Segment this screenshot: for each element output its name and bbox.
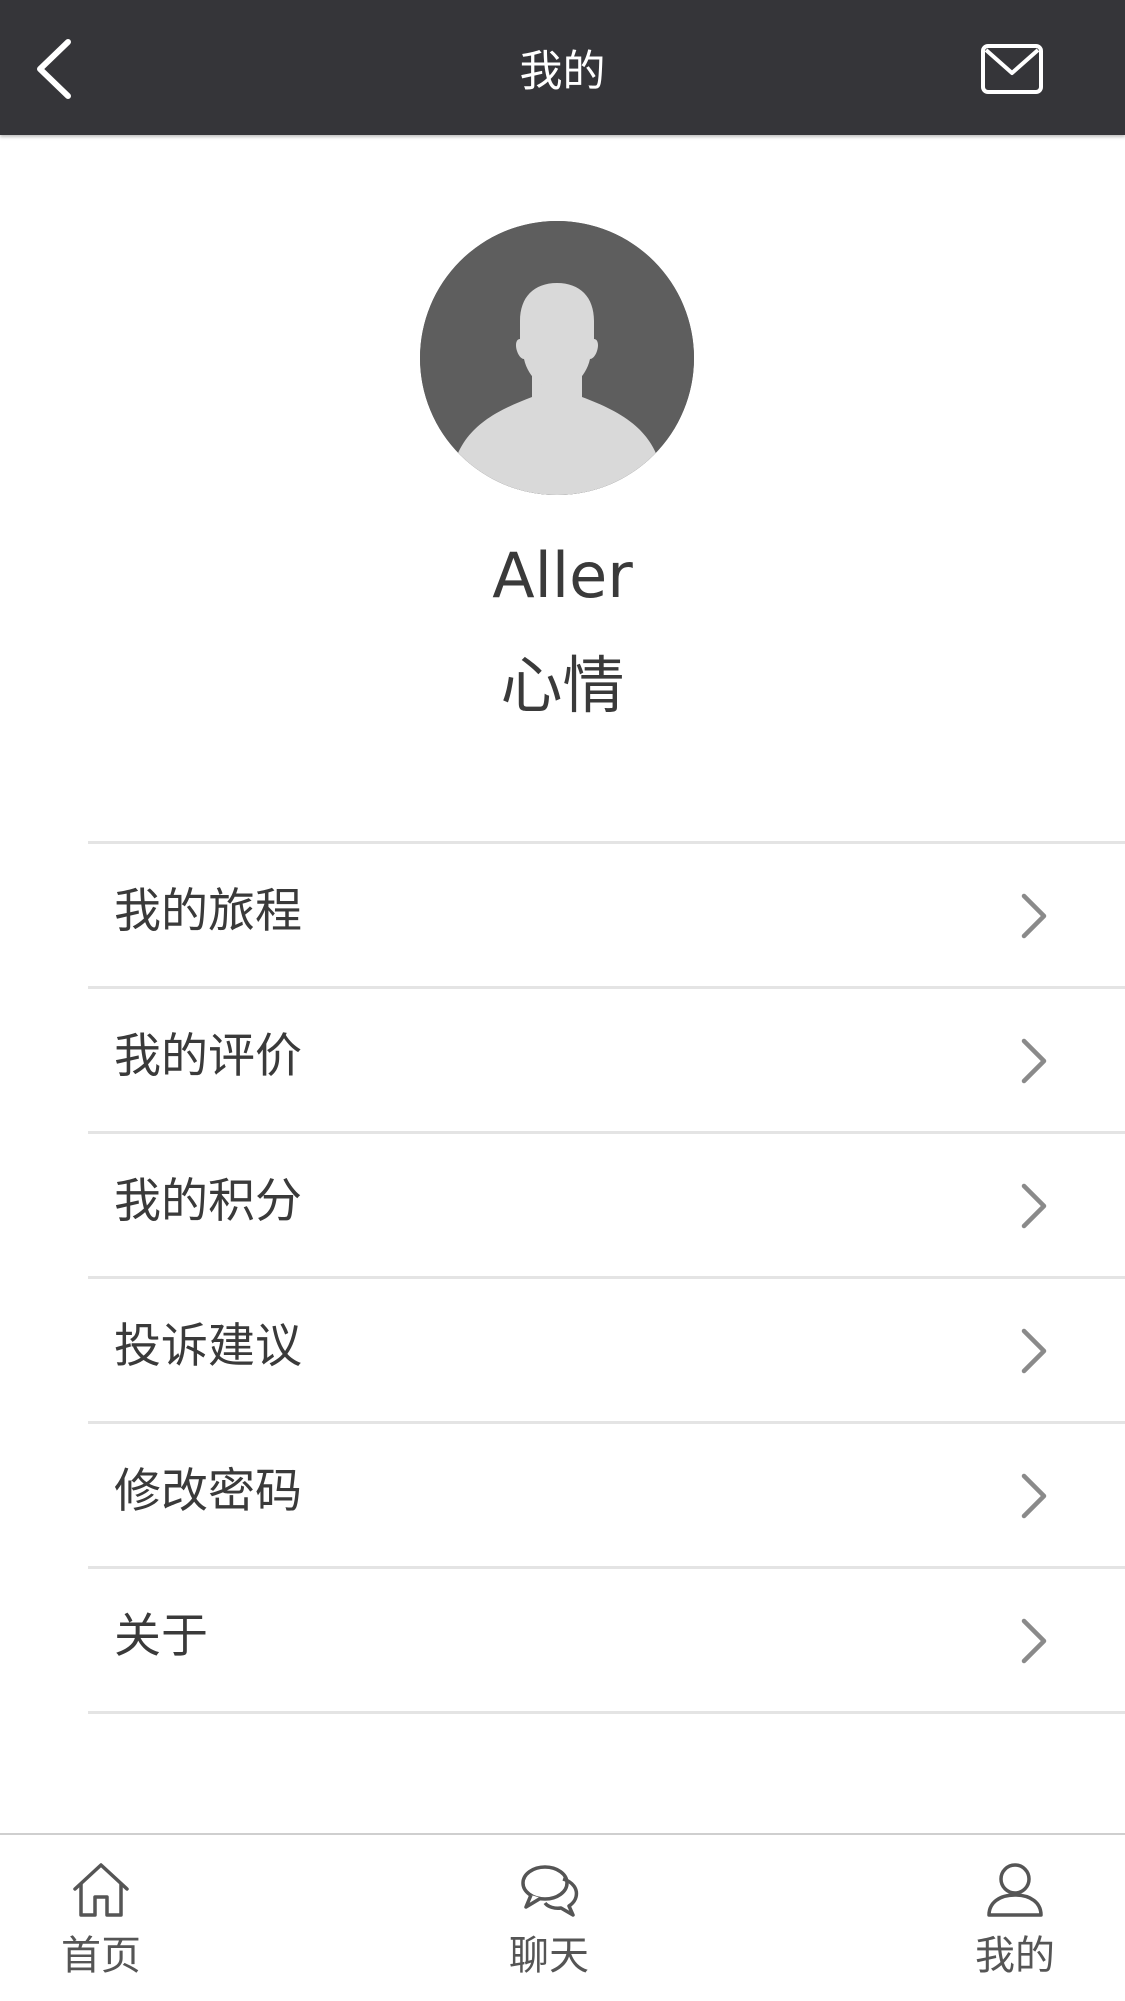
menu-item-change-password[interactable]: 修改密码	[88, 1424, 1125, 1569]
tab-chat[interactable]: 聊天	[469, 1835, 629, 2001]
messages-button[interactable]	[974, 38, 1050, 100]
chevron-right-icon	[1021, 1038, 1047, 1084]
tab-label: 聊天	[509, 1933, 589, 1979]
tab-mine[interactable]: 我的	[935, 1835, 1095, 2001]
menu-item-label: 我的积分	[114, 1174, 302, 1229]
tab-home[interactable]: 首页	[21, 1835, 181, 2001]
profile-menu-list: 我的旅程 我的评价 我的积分 投诉建议 修改密码 关于	[88, 841, 1125, 1714]
chevron-right-icon	[1021, 893, 1047, 939]
envelope-icon	[981, 44, 1043, 94]
menu-item-label: 我的评价	[114, 1029, 302, 1084]
menu-item-label: 关于	[114, 1609, 208, 1664]
menu-item-about[interactable]: 关于	[88, 1569, 1125, 1714]
menu-item-my-reviews[interactable]: 我的评价	[88, 989, 1125, 1134]
default-user-avatar-icon	[420, 221, 694, 495]
home-icon	[73, 1863, 129, 1917]
top-navigation-bar: 我的	[0, 0, 1125, 135]
menu-item-label: 修改密码	[114, 1464, 302, 1519]
bottom-tab-bar: 首页 聊天 我的	[0, 1833, 1125, 2001]
profile-page: 我的 Aller 心情 我的旅程 我的评价 我的积分 投诉建议 修改密码 关于 …	[0, 0, 1125, 2001]
chevron-right-icon	[1021, 1328, 1047, 1374]
page-title: 我的	[519, 47, 606, 97]
menu-item-complaints-suggestions[interactable]: 投诉建议	[88, 1279, 1125, 1424]
menu-item-label: 我的旅程	[114, 884, 302, 939]
tab-label: 首页	[61, 1933, 141, 1979]
avatar[interactable]	[420, 221, 694, 495]
user-icon	[987, 1863, 1043, 1917]
mood-status: 心情	[500, 649, 625, 722]
chevron-right-icon	[1021, 1618, 1047, 1664]
menu-item-my-trips[interactable]: 我的旅程	[88, 844, 1125, 989]
tab-label: 我的	[975, 1933, 1055, 1979]
chevron-right-icon	[1021, 1183, 1047, 1229]
menu-item-my-points[interactable]: 我的积分	[88, 1134, 1125, 1279]
chevron-right-icon	[1021, 1473, 1047, 1519]
username: Aller	[492, 539, 633, 612]
chat-bubbles-icon	[521, 1865, 579, 1917]
menu-item-label: 投诉建议	[114, 1319, 302, 1374]
